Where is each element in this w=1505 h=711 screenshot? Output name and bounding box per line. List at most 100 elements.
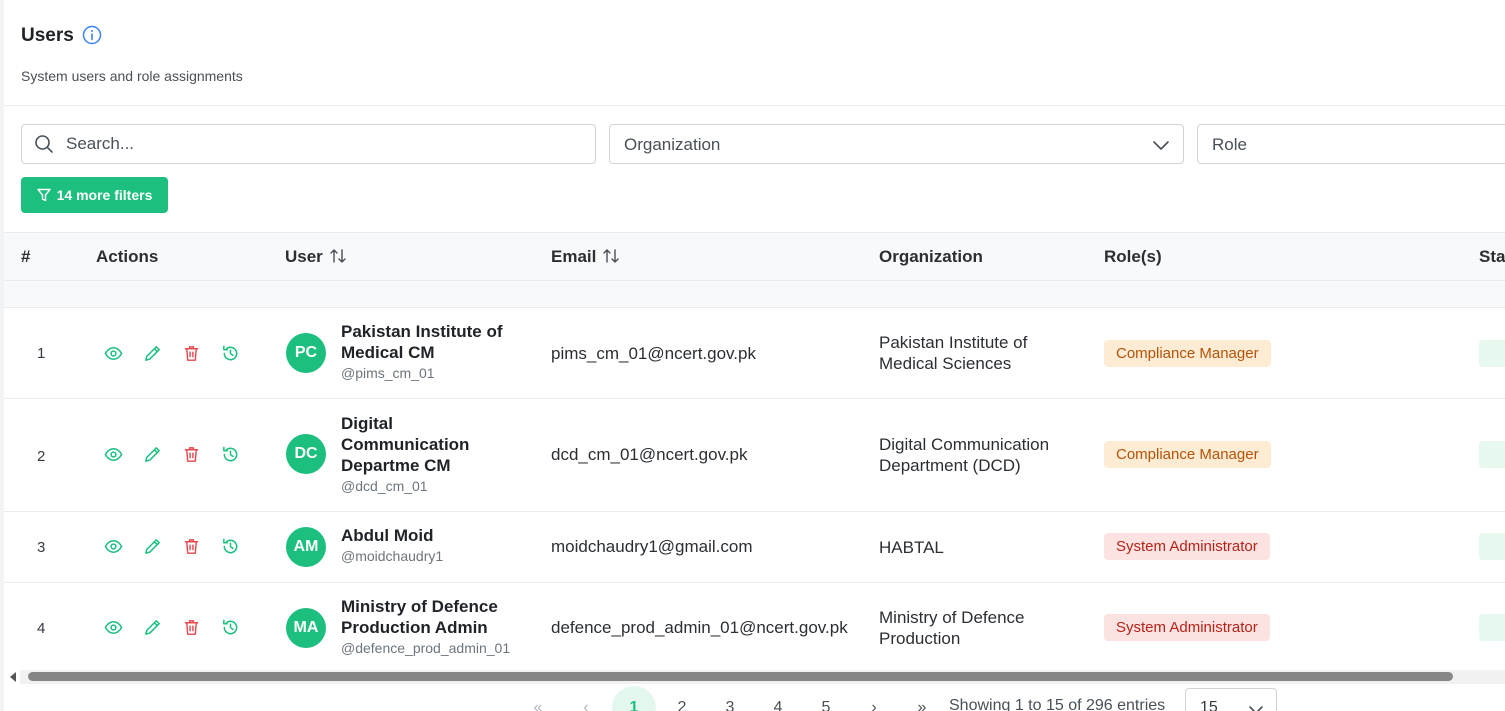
eye-icon[interactable]	[104, 537, 123, 556]
history-icon[interactable]	[221, 537, 240, 556]
role-badge: System Administrator	[1104, 533, 1270, 560]
column-header-email-label: Email	[551, 247, 597, 266]
filter-icon	[36, 188, 51, 202]
page-button-3[interactable]: 3	[708, 686, 752, 711]
first-page-button[interactable]: «	[516, 686, 560, 711]
previous-page-button[interactable]: ‹	[564, 686, 608, 711]
info-icon[interactable]	[82, 25, 102, 45]
user-name[interactable]: Abdul Moid @moidchaudry1	[341, 525, 521, 566]
organization-select[interactable]: Organization	[609, 124, 1184, 164]
history-icon[interactable]	[221, 618, 240, 637]
table-row: 2 DC Digital Communication Departme CM @d…	[4, 399, 1505, 512]
header-divider	[4, 105, 1505, 106]
last-page-button[interactable]: »	[900, 686, 944, 711]
row-actions	[104, 618, 240, 637]
status-badge	[1479, 614, 1505, 641]
status-badge	[1479, 533, 1505, 560]
history-icon[interactable]	[221, 344, 240, 363]
next-page-button[interactable]: ›	[852, 686, 896, 711]
user-name-text: Abdul Moid	[341, 526, 434, 545]
page-button-1[interactable]: 1	[612, 686, 656, 711]
sort-icon[interactable]	[602, 248, 620, 264]
user-handle: @moidchaudry1	[341, 548, 444, 564]
horizontal-scrollbar-thumb[interactable]	[28, 672, 1453, 681]
more-filters-label: 14 more filters	[56, 187, 153, 203]
status-badge	[1479, 340, 1505, 367]
pencil-icon[interactable]	[143, 344, 162, 363]
user-organization: Digital Communication Department (DCD)	[879, 435, 1050, 475]
row-actions	[104, 537, 240, 556]
column-header-organization: Organization	[879, 247, 983, 266]
eye-icon[interactable]	[104, 445, 123, 464]
user-handle: @dcd_cm_01	[341, 478, 428, 494]
role-badge: Compliance Manager	[1104, 441, 1271, 468]
user-name[interactable]: Pakistan Institute of Medical CM @pims_cm…	[341, 321, 521, 383]
column-filter-row	[4, 281, 1505, 308]
row-index: 3	[37, 539, 46, 556]
page-button-4[interactable]: 4	[756, 686, 800, 711]
column-header-user-label: User	[285, 247, 323, 266]
row-index: 2	[37, 448, 46, 465]
pencil-icon[interactable]	[143, 618, 162, 637]
user-handle: @pims_cm_01	[341, 365, 435, 381]
user-email: pims_cm_01@ncert.gov.pk	[551, 344, 756, 363]
avatar: AM	[286, 527, 326, 567]
column-header-actions: Actions	[96, 247, 159, 266]
history-icon[interactable]	[221, 445, 240, 464]
user-name-text: Ministry of Defence Production Admin	[341, 597, 498, 637]
search-box[interactable]	[21, 124, 596, 164]
page-size-value: 15	[1200, 699, 1218, 711]
user-email: moidchaudry1@gmail.com	[551, 537, 753, 556]
user-name-text: Pakistan Institute of Medical CM	[341, 322, 503, 362]
user-name-text: Digital Communication Departme CM	[341, 414, 470, 475]
user-email: defence_prod_admin_01@ncert.gov.pk	[551, 618, 848, 637]
search-input[interactable]	[66, 125, 586, 163]
chevron-down-icon	[1249, 706, 1263, 711]
page-subtitle: System users and role assignments	[21, 68, 243, 84]
user-handle: @defence_prod_admin_01	[341, 640, 511, 656]
column-header-user[interactable]: User	[285, 247, 347, 267]
row-actions	[104, 344, 240, 363]
trash-icon[interactable]	[182, 445, 201, 464]
pencil-icon[interactable]	[143, 537, 162, 556]
search-icon	[35, 135, 53, 153]
sort-icon[interactable]	[329, 248, 347, 264]
user-organization: Pakistan Institute of Medical Sciences	[879, 333, 1028, 373]
user-name[interactable]: Digital Communication Departme CM @dcd_cm…	[341, 413, 481, 496]
status-badge	[1479, 441, 1505, 468]
more-filters-button[interactable]: 14 more filters	[21, 177, 168, 213]
organization-select-label: Organization	[624, 135, 721, 154]
role-select-label: Role	[1212, 135, 1247, 154]
avatar: MA	[286, 608, 326, 648]
row-index: 1	[37, 345, 46, 362]
pagination-summary: Showing 1 to 15 of 296 entries	[949, 697, 1166, 711]
table-header: # Actions User Email Organization Role(s…	[4, 232, 1505, 281]
column-header-email[interactable]: Email	[551, 247, 620, 267]
role-badge: System Administrator	[1104, 614, 1270, 641]
user-name[interactable]: Ministry of Defence Production Admin @def…	[341, 596, 521, 658]
column-header-index: #	[21, 247, 31, 266]
avatar: PC	[286, 333, 326, 373]
page-title: Users	[21, 25, 74, 46]
column-header-status: Status	[1479, 247, 1505, 266]
page-button-2[interactable]: 2	[660, 686, 704, 711]
page-size-select[interactable]: 15	[1185, 688, 1277, 711]
trash-icon[interactable]	[182, 618, 201, 637]
user-organization: HABTAL	[879, 538, 944, 557]
page-button-5[interactable]: 5	[804, 686, 848, 711]
trash-icon[interactable]	[182, 344, 201, 363]
table-row: 1 PC Pakistan Institute of Medical CM @pi…	[4, 308, 1505, 399]
user-email: dcd_cm_01@ncert.gov.pk	[551, 445, 748, 464]
user-organization: Ministry of Defence Production	[879, 608, 1025, 648]
scroll-left-arrow-icon[interactable]	[10, 672, 16, 682]
trash-icon[interactable]	[182, 537, 201, 556]
table-row: 4 MA Ministry of Defence Production Admi…	[4, 583, 1505, 670]
role-select[interactable]: Role	[1197, 124, 1505, 164]
eye-icon[interactable]	[104, 618, 123, 637]
avatar: DC	[286, 434, 326, 474]
row-index: 4	[37, 620, 46, 637]
role-badge: Compliance Manager	[1104, 340, 1271, 367]
pencil-icon[interactable]	[143, 445, 162, 464]
eye-icon[interactable]	[104, 344, 123, 363]
chevron-down-icon	[1153, 141, 1169, 150]
